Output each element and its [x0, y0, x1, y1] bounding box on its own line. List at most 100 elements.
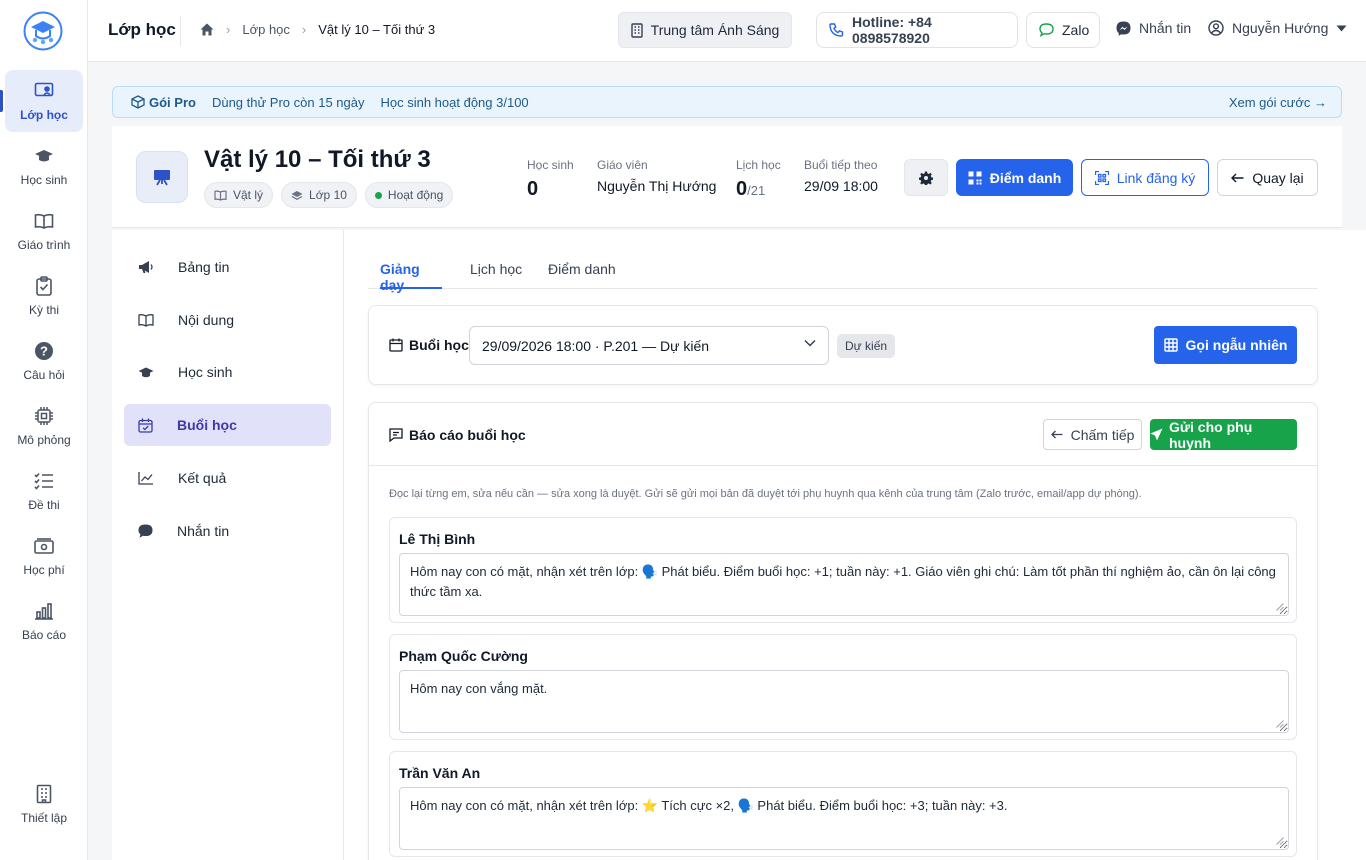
hotline-button[interactable]: Hotline: +84 0898578920 — [816, 12, 1018, 48]
session-status-badge: Dự kiến — [837, 334, 896, 358]
chevron-down-icon — [804, 339, 816, 347]
send-to-parents-label: Gửi cho phụ huynh — [1169, 418, 1253, 451]
back-label: Quay lại — [1252, 169, 1304, 186]
rail-item-exams[interactable]: Kỳ thi — [5, 265, 83, 327]
home-icon[interactable] — [200, 23, 214, 36]
resize-grip-icon[interactable] — [1276, 720, 1284, 728]
rail-item-reports[interactable]: Báo cáo — [5, 590, 83, 652]
report-title: Báo cáo buổi học — [389, 427, 526, 443]
grade-label: Lớp 10 — [309, 188, 347, 202]
menu-item-sessions[interactable]: Buổi học — [124, 404, 331, 446]
register-link-button[interactable]: Link đăng ký — [1081, 159, 1209, 196]
divider — [180, 16, 181, 46]
stat-schedule-done: 0 — [736, 178, 748, 200]
subject-tag: Vật lý — [204, 182, 274, 208]
send-icon — [1150, 428, 1163, 441]
breadcrumb-classes[interactable]: Lớp học — [242, 22, 290, 37]
resize-grip-icon[interactable] — [1276, 837, 1284, 845]
subject-label: Vật lý — [233, 188, 264, 202]
back-button[interactable]: Quay lại — [1217, 159, 1318, 196]
session-select-value: 29/09/2026 18:00 · P.201 — Dự kiến — [482, 337, 710, 354]
rail-label: Thiết lập — [20, 811, 68, 825]
app-rail: Lớp học Học sinh Giáo trình Kỳ thi ? Câu… — [0, 0, 88, 860]
status-label: Hoạt động — [387, 188, 444, 202]
section-title: Lớp học — [108, 20, 176, 39]
resize-grip-icon[interactable] — [1276, 603, 1284, 611]
messenger-button[interactable]: Nhắn tin — [1116, 20, 1191, 36]
active-students-info: Học sinh hoạt động 3/100 — [380, 94, 529, 110]
continue-grading-label: Chấm tiếp — [1070, 426, 1135, 443]
rail-item-questions[interactable]: ? Câu hỏi — [5, 330, 83, 392]
class-tags: Vật lý Lớp 10 Hoạt động — [204, 182, 454, 208]
menu-item-messages[interactable]: Nhắn tin — [124, 510, 331, 552]
rail-item-settings[interactable]: Thiết lập — [5, 773, 83, 835]
arrow-left-icon — [1050, 430, 1063, 439]
svg-text:?: ? — [40, 344, 48, 359]
session-select[interactable]: 29/09/2026 18:00 · P.201 — Dự kiến — [469, 326, 829, 365]
center-selector[interactable]: Trung tâm Ánh Sáng — [618, 12, 792, 48]
view-plans-link[interactable]: Xem gói cước → — [1229, 95, 1327, 110]
book-open-icon — [138, 313, 154, 327]
rail-item-tests[interactable]: Đề thi — [5, 460, 83, 522]
rail-label: Câu hỏi — [23, 368, 65, 382]
stat-next-label: Buổi tiếp theo — [804, 158, 878, 172]
main-content: Giảng dạy Lịch học Điểm danh Buổi học 29… — [344, 230, 1366, 860]
rail-label: Kỳ thi — [28, 303, 59, 317]
menu-label: Nhắn tin — [177, 523, 230, 539]
rail-item-simulation[interactable]: Mô phỏng — [5, 395, 83, 457]
calendar-check-icon — [138, 418, 153, 433]
stat-students: Học sinh 0 — [527, 158, 574, 201]
menu-item-students[interactable]: Học sinh — [124, 351, 331, 393]
rail-item-students[interactable]: Học sinh — [5, 135, 83, 197]
package-icon — [131, 95, 145, 109]
list-check-icon — [33, 470, 55, 492]
breadcrumb: › Lớp học › Vật lý 10 – Tối thứ 3 — [200, 22, 435, 37]
book-icon — [214, 190, 227, 201]
continue-grading-button[interactable]: Chấm tiếp — [1043, 419, 1142, 450]
stat-schedule-total: /21 — [747, 183, 766, 198]
attendance-button[interactable]: Điểm danh — [956, 159, 1073, 196]
building-icon — [33, 783, 55, 805]
qr-scan-icon — [1094, 170, 1109, 185]
rail-item-curriculum[interactable]: Giáo trình — [5, 200, 83, 262]
phone-icon — [829, 22, 844, 38]
class-side-menu: Bảng tin Nội dung Học sinh Buổi học Kết … — [112, 230, 344, 860]
hotline-label: Hotline: +84 0898578920 — [852, 14, 932, 46]
stat-teacher: Giáo viên Nguyễn Thị Hướng — [597, 158, 716, 194]
plan-name: Gói Pro — [149, 94, 196, 110]
user-menu[interactable]: Nguyễn Hướng — [1208, 20, 1347, 36]
arrow-left-icon — [1231, 173, 1244, 183]
student-note-textarea[interactable]: Hôm nay con có mặt, nhận xét trên lớp: ⭐… — [399, 787, 1289, 850]
tab-teaching[interactable]: Giảng dạy — [380, 261, 442, 293]
status-dot-icon — [374, 191, 382, 199]
random-call-label: Gọi ngẫu nhiên — [1185, 337, 1288, 353]
grid-icon — [1163, 338, 1178, 352]
rail-label: Mô phỏng — [17, 433, 71, 447]
menu-item-content[interactable]: Nội dung — [124, 299, 331, 341]
student-name: Phạm Quốc Cường — [399, 648, 528, 664]
app-logo[interactable] — [22, 11, 64, 51]
tab-attendance[interactable]: Điểm danh — [548, 261, 616, 289]
rail-item-classes[interactable]: Lớp học — [5, 70, 83, 132]
tab-schedule[interactable]: Lịch học — [470, 261, 522, 289]
student-note-textarea[interactable]: Hôm nay con có mặt, nhận xét trên lớp: 🗣… — [399, 553, 1289, 616]
random-call-button[interactable]: Gọi ngẫu nhiên — [1154, 326, 1297, 364]
chat-icon — [1039, 23, 1054, 37]
menu-item-results[interactable]: Kết quả — [124, 457, 331, 499]
rail-item-fees[interactable]: Học phí — [5, 525, 83, 587]
send-to-parents-button[interactable]: Gửi cho phụ huynh — [1150, 418, 1297, 451]
graduation-cap-icon — [33, 145, 55, 167]
caret-down-icon — [1336, 25, 1347, 32]
zalo-button[interactable]: Zalo — [1026, 12, 1100, 48]
report-card: Báo cáo buổi học Chấm tiếp Gửi cho phụ h… — [368, 402, 1318, 860]
divider — [369, 465, 1317, 466]
menu-item-newsfeed[interactable]: Bảng tin — [124, 246, 331, 288]
rail-label: Giáo trình — [17, 238, 71, 252]
rail-label: Lớp học — [20, 108, 68, 122]
class-settings-button[interactable] — [904, 159, 948, 196]
stat-next-session: Buổi tiếp theo 29/09 18:00 — [804, 158, 878, 194]
student-report-card: Trần Văn An Hôm nay con có mặt, nhận xét… — [389, 751, 1297, 857]
stat-teacher-value: Nguyễn Thị Hướng — [597, 178, 717, 194]
status-tag: Hoạt động — [364, 182, 454, 208]
student-note-textarea[interactable]: Hôm nay con vắng mặt. — [399, 670, 1289, 733]
